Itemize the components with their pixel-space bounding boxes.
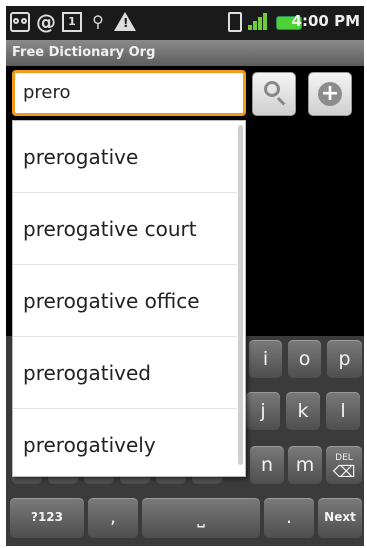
key-p[interactable]: p (327, 340, 362, 378)
next-key[interactable]: Next (318, 498, 362, 538)
vibrate-icon (228, 12, 242, 32)
calendar-icon: 1 (62, 12, 82, 32)
phone-screen: @ 1 ⚲ ! 4:00 PM Free Dictionary Org prer… (6, 6, 364, 546)
comma-key[interactable]: , (88, 498, 138, 538)
suggestion-item[interactable]: prerogatived (13, 337, 237, 409)
key-i[interactable]: i (249, 340, 282, 378)
key-m[interactable]: m (288, 446, 322, 484)
scrollbar[interactable] (238, 125, 243, 465)
warning-icon: ! (114, 12, 136, 31)
suggestion-item[interactable]: prerogatively (13, 409, 237, 476)
at-icon: @ (36, 10, 56, 34)
app-title: Free Dictionary Org (6, 40, 364, 66)
key-k[interactable]: k (286, 392, 320, 430)
suggestions-dropdown: prerogative prerogative court prerogativ… (12, 120, 246, 477)
suggestion-item[interactable]: prerogative court (13, 193, 237, 265)
search-input[interactable]: prero (12, 70, 246, 116)
backspace-icon: ⌫ (332, 462, 356, 481)
add-button[interactable]: + (308, 72, 352, 116)
suggestion-item[interactable]: prerogative office (13, 265, 237, 337)
symbols-key[interactable]: ?123 (10, 498, 84, 538)
plus-icon: + (318, 82, 342, 106)
voicemail-icon (10, 12, 30, 32)
space-key[interactable]: ⎵ (142, 498, 260, 538)
status-bar: @ 1 ⚲ ! 4:00 PM (6, 6, 364, 40)
key-n[interactable]: n (250, 446, 284, 484)
delete-key[interactable]: DEL ⌫ (326, 446, 362, 484)
signal-icon (248, 12, 270, 32)
search-button[interactable] (252, 72, 296, 116)
key-j[interactable]: j (246, 392, 280, 430)
period-key[interactable]: . (264, 498, 314, 538)
suggestion-item[interactable]: prerogative (13, 121, 237, 193)
search-icon (264, 81, 280, 97)
usb-icon: ⚲ (92, 12, 104, 31)
key-l[interactable]: l (326, 392, 360, 430)
clock: 4:00 PM (291, 12, 360, 30)
key-o[interactable]: o (288, 340, 321, 378)
